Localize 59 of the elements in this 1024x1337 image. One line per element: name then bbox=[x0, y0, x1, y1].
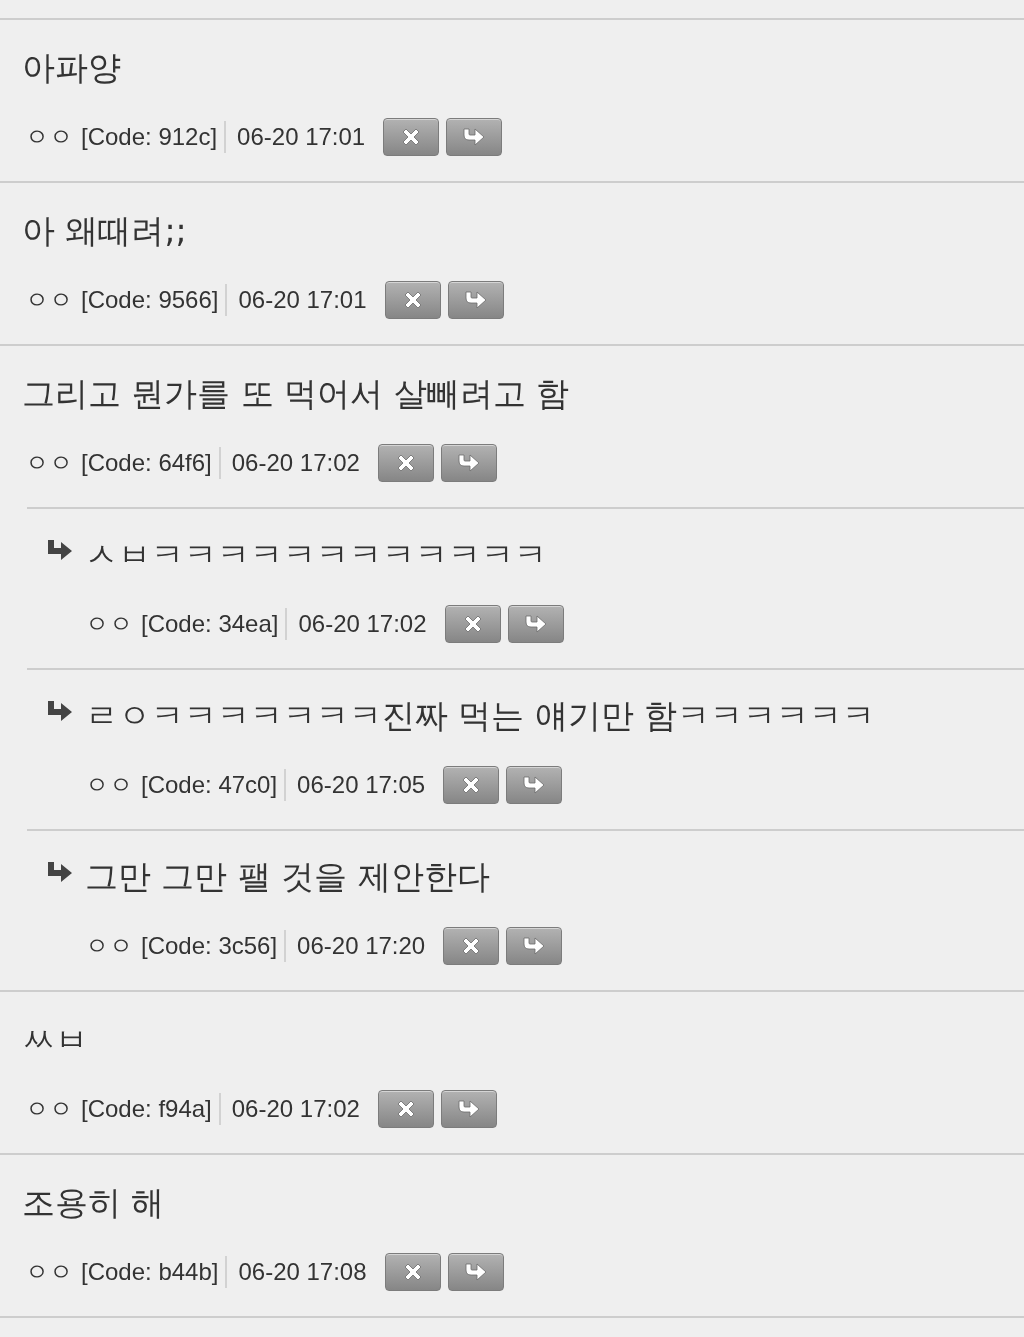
curved-arrow-icon bbox=[463, 289, 488, 311]
reply-text: ㅅㅂㅋㅋㅋㅋㅋㅋㅋㅋㅋㅋㅋㅋ bbox=[85, 534, 548, 576]
reply-button[interactable] bbox=[447, 1253, 504, 1291]
timestamp: 06-20 17:01 bbox=[238, 286, 367, 314]
bent-arrow-icon bbox=[48, 701, 72, 723]
delete-button[interactable] bbox=[384, 281, 441, 319]
comment-text: ㅆㅂ bbox=[22, 1019, 89, 1061]
curved-arrow-icon bbox=[456, 1098, 481, 1120]
author-name: ㅇㅇ bbox=[85, 931, 133, 961]
curved-arrow-icon bbox=[522, 774, 547, 796]
timestamp: 06-20 17:02 bbox=[231, 449, 360, 477]
delete-button[interactable] bbox=[377, 1090, 434, 1128]
user-code: [Code: 912c] bbox=[81, 123, 218, 151]
curved-arrow-icon bbox=[523, 613, 548, 635]
user-code: [Code: 34ea] bbox=[141, 610, 279, 638]
author-name: ㅇㅇ bbox=[25, 122, 73, 152]
author-name: ㅇㅇ bbox=[85, 609, 133, 639]
comment-text: 그리고 뭔가를 또 먹어서 살빼려고 함 bbox=[22, 373, 571, 415]
comment-text: 아파양 bbox=[22, 47, 122, 89]
reply-text: ㄹㅇㅋㅋㅋㅋㅋㅋㅋ진짜 먹는 얘기만 함ㅋㅋㅋㅋㅋㅋ bbox=[85, 695, 877, 737]
reply-button[interactable] bbox=[506, 927, 563, 965]
author-name: ㅇㅇ bbox=[25, 285, 73, 315]
author-name: ㅇㅇ bbox=[25, 1257, 73, 1287]
delete-button[interactable] bbox=[383, 118, 440, 156]
bent-arrow-icon bbox=[48, 862, 72, 884]
author-name: ㅇㅇ bbox=[25, 1094, 73, 1124]
reply-button[interactable] bbox=[507, 605, 564, 643]
user-code: [Code: 3c56] bbox=[141, 932, 278, 960]
reply-button[interactable] bbox=[447, 281, 504, 319]
curved-arrow-icon bbox=[456, 452, 481, 474]
delete-button[interactable] bbox=[384, 1253, 441, 1291]
timestamp: 06-20 17:08 bbox=[238, 1258, 367, 1286]
user-code: [Code: 9566] bbox=[81, 286, 219, 314]
author-name: ㅇㅇ bbox=[25, 448, 73, 478]
reply-button[interactable] bbox=[446, 118, 503, 156]
timestamp: 06-20 17:02 bbox=[298, 610, 427, 638]
curved-arrow-icon bbox=[463, 1261, 488, 1283]
author-name: ㅇㅇ bbox=[85, 770, 133, 800]
user-code: [Code: b44b] bbox=[81, 1258, 219, 1286]
delete-button[interactable] bbox=[377, 444, 434, 482]
reply-button[interactable] bbox=[440, 1090, 497, 1128]
delete-button[interactable] bbox=[444, 605, 501, 643]
reply-button[interactable] bbox=[440, 444, 497, 482]
curved-arrow-icon bbox=[462, 126, 487, 148]
reply-text: 그만 그만 팰 것을 제안한다 bbox=[85, 856, 491, 898]
delete-button[interactable] bbox=[443, 766, 500, 804]
timestamp: 06-20 17:05 bbox=[297, 771, 426, 799]
comment-text: 아 왜때려;; bbox=[22, 210, 188, 252]
user-code: [Code: 64f6] bbox=[81, 449, 212, 477]
user-code: [Code: 47c0] bbox=[141, 771, 278, 799]
comment-text: 조용히 해 bbox=[22, 1182, 166, 1224]
timestamp: 06-20 17:02 bbox=[231, 1095, 360, 1123]
user-code: [Code: f94a] bbox=[81, 1095, 212, 1123]
timestamp: 06-20 17:20 bbox=[297, 932, 426, 960]
delete-button[interactable] bbox=[443, 927, 500, 965]
timestamp: 06-20 17:01 bbox=[237, 123, 366, 151]
bent-arrow-icon bbox=[48, 540, 72, 562]
curved-arrow-icon bbox=[522, 935, 547, 957]
reply-button[interactable] bbox=[506, 766, 563, 804]
